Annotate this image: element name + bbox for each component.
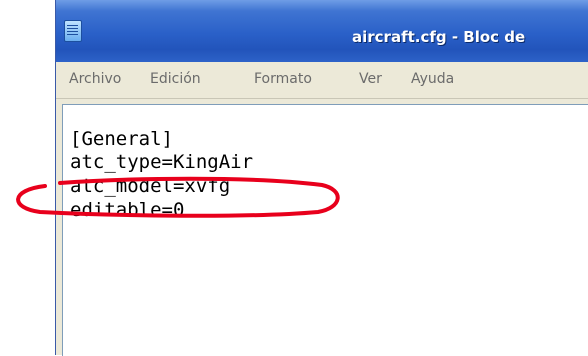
- text-line: [General]: [70, 128, 173, 150]
- title-bar[interactable]: aircraft.cfg - Bloc de: [56, 0, 588, 62]
- menu-ayuda[interactable]: Ayuda: [411, 71, 454, 87]
- text-line: atc_model=xvfg: [70, 175, 231, 197]
- text-line: atc_type=KingAir: [70, 151, 254, 173]
- menu-bar: Archivo Edición Formato Ver Ayuda: [56, 62, 588, 99]
- notepad-icon[interactable]: [64, 20, 82, 42]
- window-title: aircraft.cfg - Bloc de: [352, 28, 526, 46]
- text-line: editable=0: [70, 199, 185, 221]
- text-editor-area[interactable]: [General] atc_type=KingAir atc_model=xvf…: [62, 104, 588, 356]
- menu-edicion[interactable]: Edición: [150, 71, 201, 87]
- menu-formato[interactable]: Formato: [254, 71, 312, 87]
- menu-ver[interactable]: Ver: [359, 71, 382, 87]
- menu-archivo[interactable]: Archivo: [69, 71, 121, 87]
- notepad-window: aircraft.cfg - Bloc de Archivo Edición F…: [55, 0, 588, 356]
